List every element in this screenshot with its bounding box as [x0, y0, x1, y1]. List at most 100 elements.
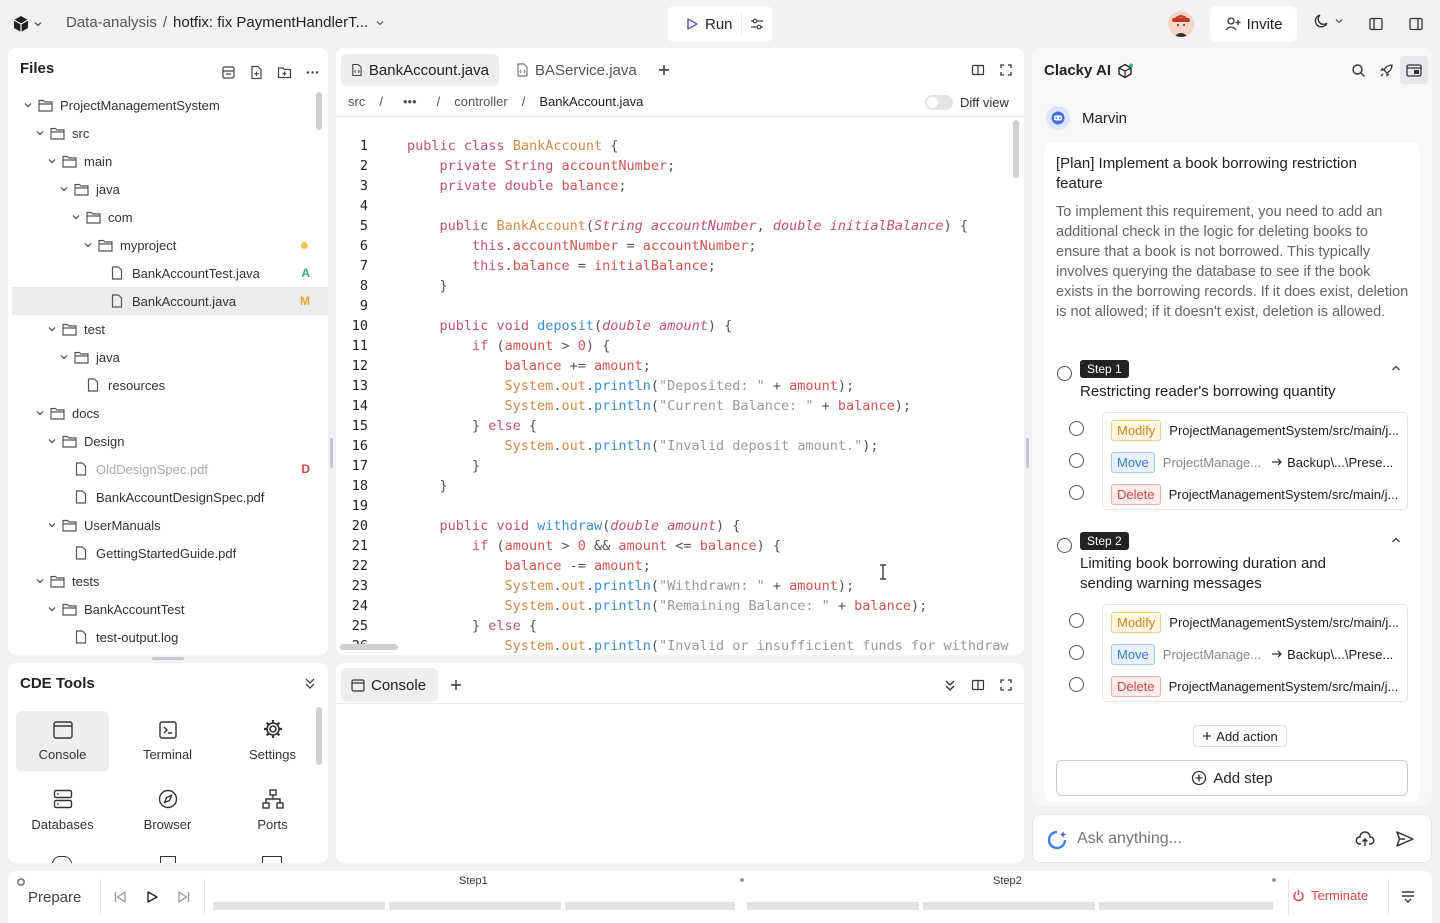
code-horizontal-scrollbar[interactable] [340, 644, 398, 650]
chevron-down-icon[interactable] [44, 436, 60, 446]
add-console-icon[interactable] [444, 673, 468, 697]
tree-file[interactable]: BankAccount.java M [12, 287, 328, 315]
play-icon[interactable] [140, 885, 164, 909]
chevron-down-icon[interactable] [56, 352, 72, 362]
new-folder-icon[interactable] [272, 60, 296, 84]
collapse-icon[interactable] [298, 671, 322, 695]
chevron-down-icon[interactable] [68, 212, 84, 222]
breadcrumb-item[interactable]: src [348, 94, 365, 109]
tool-databases[interactable]: Databases [16, 781, 109, 841]
chevron-down-icon[interactable] [32, 408, 48, 418]
tool-browser[interactable]: Browser [121, 781, 214, 841]
tree-folder[interactable]: src [12, 119, 328, 147]
invite-button[interactable]: Invite [1210, 6, 1297, 42]
tab-baservice[interactable]: BAService.java [506, 54, 647, 86]
skip-forward-icon[interactable] [172, 885, 196, 909]
action-radio[interactable] [1069, 453, 1084, 468]
send-icon[interactable] [1393, 827, 1417, 851]
theme-toggle[interactable] [1313, 12, 1344, 30]
toggle-left-panel-icon[interactable] [1364, 12, 1388, 36]
chevron-down-icon[interactable] [56, 184, 72, 194]
action-row[interactable]: Modify ProjectManagementSystem/src/main/j… [1103, 606, 1409, 638]
tree-folder[interactable]: Design [12, 427, 328, 455]
breadcrumb-item[interactable]: controller [454, 94, 507, 109]
action-row[interactable]: Modify ProjectManagementSystem/src/main/j… [1103, 414, 1409, 446]
fullscreen-icon[interactable] [994, 58, 1018, 82]
action-row[interactable]: Move ProjectManage... Backup\...\Prese... [1103, 638, 1409, 670]
tool-ports[interactable]: Ports [226, 781, 319, 841]
step-radio[interactable] [1057, 366, 1072, 381]
chevron-up-icon[interactable] [1390, 362, 1402, 374]
tree-folder[interactable]: BankAccountTest [12, 595, 328, 623]
timeline-track[interactable] [213, 902, 1273, 910]
terminate-button[interactable]: Terminate [1292, 888, 1368, 903]
timeline-segment[interactable] [923, 902, 1095, 910]
tree-file[interactable]: GettingStartedGuide.pdf [12, 539, 328, 567]
timeline-segment[interactable] [1099, 902, 1273, 910]
tree-scrollbar[interactable] [316, 92, 322, 130]
action-row[interactable]: Delete ProjectManagementSystem/src/main/j… [1103, 478, 1409, 510]
chevron-down-icon[interactable] [32, 128, 48, 138]
breadcrumb-current[interactable]: BankAccount.java [539, 94, 643, 109]
diff-view-toggle[interactable] [925, 95, 953, 110]
more-options-icon[interactable] [300, 60, 324, 84]
skip-back-icon[interactable] [108, 885, 132, 909]
step-radio[interactable] [1057, 538, 1072, 553]
tab-bankaccount[interactable]: BankAccount.java [341, 54, 499, 86]
upload-icon[interactable] [1353, 827, 1377, 851]
tree-file[interactable]: BankAccountTest.java A [12, 259, 328, 287]
menu-collapse-icon[interactable] [1396, 885, 1420, 909]
tree-folder[interactable]: test [12, 315, 328, 343]
tool-settings[interactable]: Settings [226, 711, 319, 771]
tree-folder[interactable]: java [12, 175, 328, 203]
avatar[interactable] [1168, 11, 1194, 37]
fullscreen-icon[interactable] [994, 673, 1018, 697]
action-radio[interactable] [1069, 613, 1084, 628]
action-radio[interactable] [1069, 677, 1084, 692]
tree-folder[interactable]: tests [12, 567, 328, 595]
chevron-up-icon[interactable] [1390, 534, 1402, 546]
timeline-segment[interactable] [565, 902, 735, 910]
breadcrumb-project[interactable]: Data-analysis [66, 14, 157, 31]
toggle-right-panel-icon[interactable] [1404, 12, 1428, 36]
tree-file[interactable]: resources [12, 371, 328, 399]
chevron-down-icon[interactable] [374, 17, 386, 29]
new-chat-icon[interactable] [1400, 56, 1428, 84]
new-file-icon[interactable] [244, 60, 268, 84]
action-radio[interactable] [1069, 421, 1084, 436]
resize-handle[interactable] [1026, 438, 1029, 468]
branch-name[interactable]: hotfix: fix PaymentHandlerT... [173, 14, 368, 31]
tool-terminal[interactable]: Terminal [121, 711, 214, 771]
rocket-icon[interactable] [1374, 58, 1398, 82]
split-view-icon[interactable] [966, 673, 990, 697]
timeline-segment[interactable] [747, 902, 919, 910]
breadcrumb-ellipsis[interactable]: ••• [403, 94, 417, 109]
ask-input[interactable] [1077, 827, 1337, 851]
chevron-down-icon[interactable] [44, 324, 60, 334]
add-step-button[interactable]: Add step [1056, 760, 1408, 796]
action-radio[interactable] [1069, 645, 1084, 660]
split-view-icon[interactable] [966, 58, 990, 82]
tree-folder[interactable]: docs [12, 399, 328, 427]
search-icon[interactable] [1346, 58, 1370, 82]
app-logo-menu[interactable] [12, 12, 48, 36]
chevron-down-icon[interactable] [44, 520, 60, 530]
add-action-button[interactable]: Add action [1193, 725, 1287, 747]
action-row[interactable]: Delete ProjectManagementSystem/src/main/j… [1103, 670, 1409, 702]
chevron-down-icon[interactable] [44, 604, 60, 614]
collapse-icon[interactable] [938, 673, 962, 697]
tree-folder[interactable]: myproject [12, 231, 328, 259]
tab-console[interactable]: Console [341, 668, 438, 702]
chevron-down-icon[interactable] [44, 156, 60, 166]
chevron-down-icon[interactable] [20, 100, 36, 110]
tree-file[interactable]: OldDesignSpec.pdf D [12, 455, 328, 483]
tool-console[interactable]: Console [16, 711, 109, 771]
code-vertical-scrollbar[interactable] [1013, 120, 1019, 178]
tree-folder[interactable]: UserManuals [12, 511, 328, 539]
add-tab-icon[interactable] [652, 58, 676, 82]
action-row[interactable]: Move ProjectManage... Backup\...\Prese... [1103, 446, 1409, 478]
chevron-down-icon[interactable] [80, 240, 96, 250]
tree-folder[interactable]: com [12, 203, 328, 231]
code-editor[interactable]: 1 public class BankAccount {2 private Str… [336, 128, 1024, 655]
resize-handle[interactable] [152, 657, 184, 660]
